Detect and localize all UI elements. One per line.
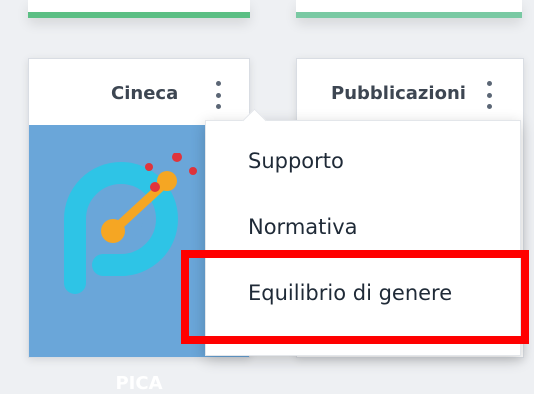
menu-item-supporto[interactable]: Supporto xyxy=(248,149,344,173)
card-header: Cineca xyxy=(29,59,249,127)
menu-item-normativa[interactable]: Normativa xyxy=(248,215,358,239)
previous-card-right xyxy=(296,0,522,18)
pica-logo-icon xyxy=(64,153,197,294)
card-header: Pubblicazioni xyxy=(297,59,523,127)
kebab-menu-icon[interactable] xyxy=(211,81,225,109)
app-label: PICA xyxy=(115,373,163,394)
card-title: Cineca xyxy=(111,83,179,104)
card-accent-bar xyxy=(28,12,250,18)
previous-card-left xyxy=(28,0,250,18)
kebab-menu-icon[interactable] xyxy=(482,81,496,109)
menu-item-equilibrio-di-genere[interactable]: Equilibrio di genere xyxy=(248,281,452,305)
card-accent-bar xyxy=(296,12,522,18)
card-title: Pubblicazioni xyxy=(331,83,466,104)
card-dropdown-menu: Supporto Normativa Equilibrio di genere xyxy=(205,108,521,356)
